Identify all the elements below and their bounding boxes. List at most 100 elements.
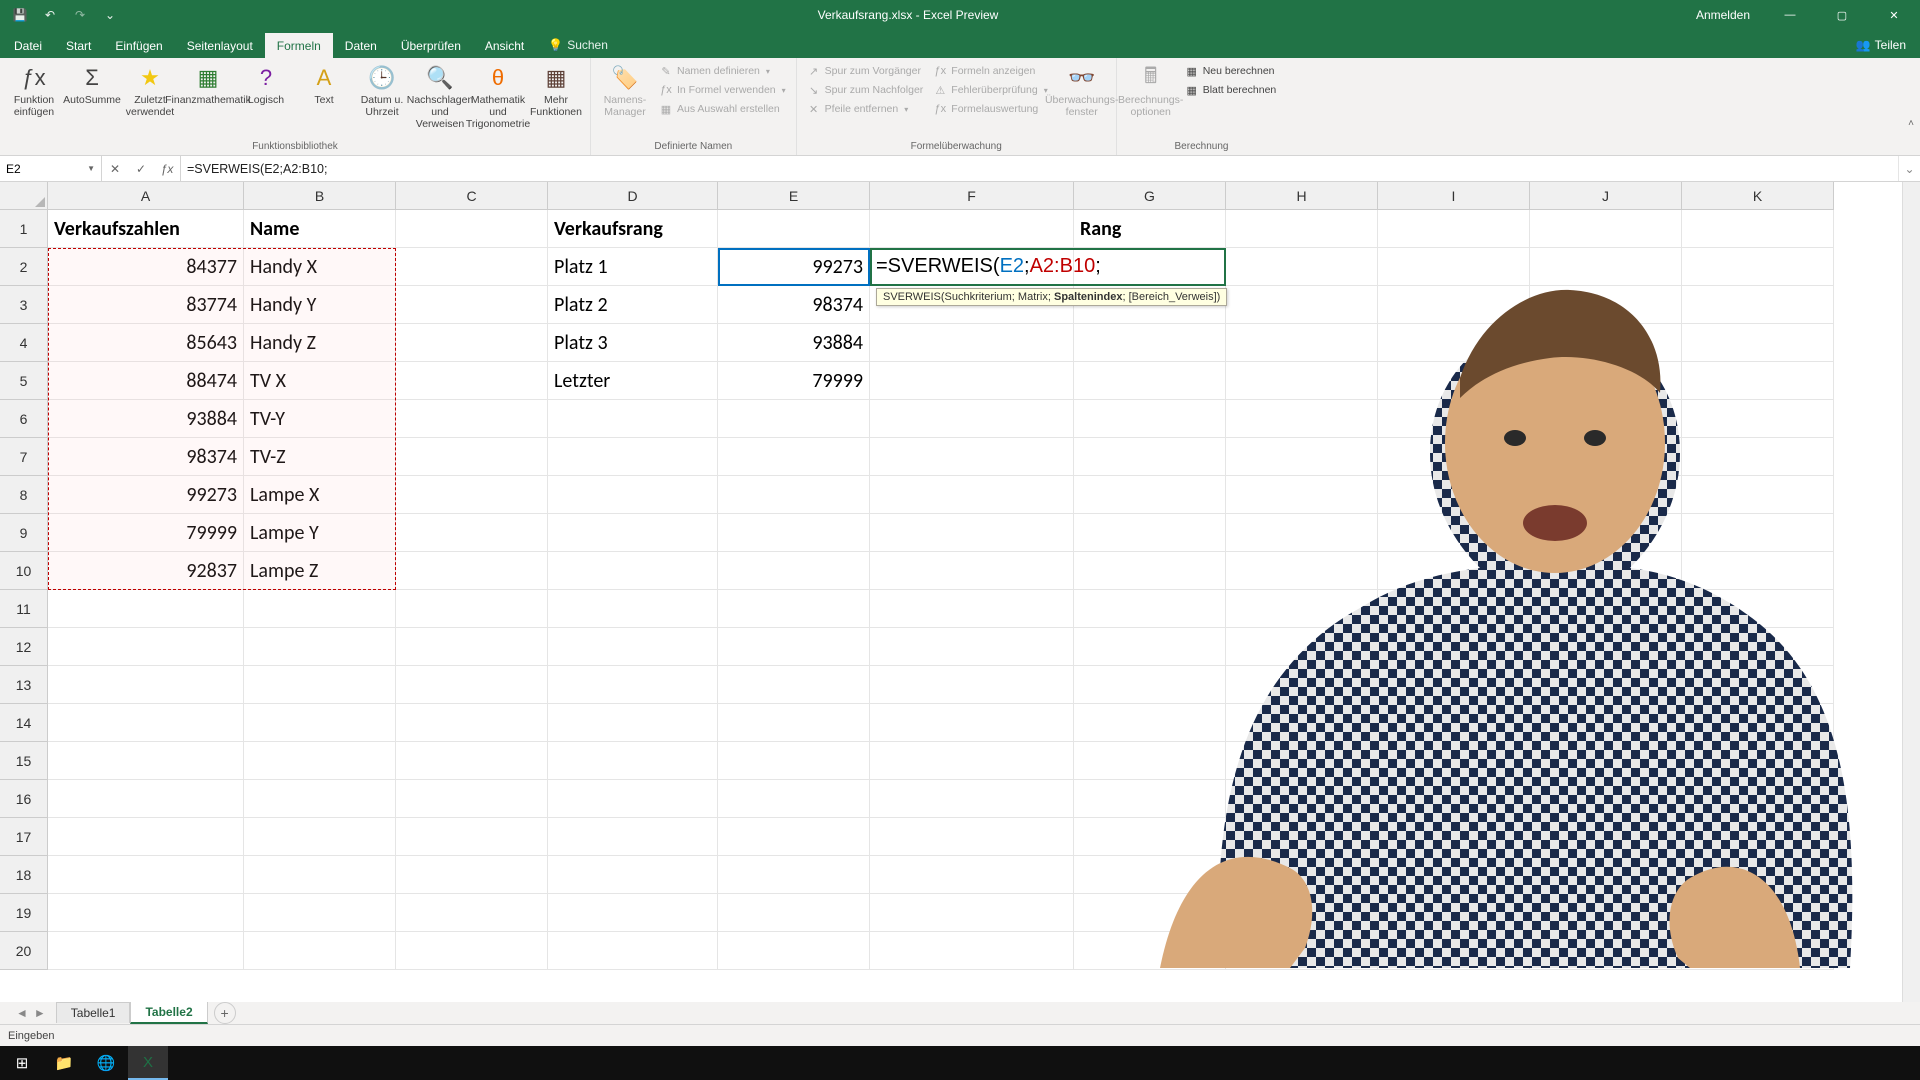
cell-A17[interactable]: [48, 818, 244, 856]
column-header-B[interactable]: B: [244, 182, 396, 210]
cell-K15[interactable]: [1682, 742, 1834, 780]
cell-C10[interactable]: [396, 552, 548, 590]
tab-insert[interactable]: Einfügen: [103, 33, 174, 58]
cell-E10[interactable]: [718, 552, 870, 590]
cell-J17[interactable]: [1530, 818, 1682, 856]
cell-G16[interactable]: [1074, 780, 1226, 818]
cell-K2[interactable]: [1682, 248, 1834, 286]
cell-B12[interactable]: [244, 628, 396, 666]
cell-C8[interactable]: [396, 476, 548, 514]
cell-K6[interactable]: [1682, 400, 1834, 438]
cell-A3[interactable]: 83774: [48, 286, 244, 324]
cell-F12[interactable]: [870, 628, 1074, 666]
cell-D18[interactable]: [548, 856, 718, 894]
cell-D12[interactable]: [548, 628, 718, 666]
cell-E5[interactable]: 79999: [718, 362, 870, 400]
row-header-8[interactable]: 8: [0, 476, 48, 514]
cell-C7[interactable]: [396, 438, 548, 476]
cell-H3[interactable]: [1226, 286, 1378, 324]
add-sheet-button[interactable]: +: [214, 1002, 236, 1024]
cell-B6[interactable]: TV-Y: [244, 400, 396, 438]
lookup-button[interactable]: 🔍Nachschlagen und Verweisen: [412, 60, 468, 130]
cell-F9[interactable]: [870, 514, 1074, 552]
cell-D13[interactable]: [548, 666, 718, 704]
cell-C9[interactable]: [396, 514, 548, 552]
cell-E9[interactable]: [718, 514, 870, 552]
cell-J6[interactable]: [1530, 400, 1682, 438]
cell-F10[interactable]: [870, 552, 1074, 590]
cell-B18[interactable]: [244, 856, 396, 894]
more-functions-button[interactable]: ▦Mehr Funktionen: [528, 60, 584, 118]
cell-I16[interactable]: [1378, 780, 1530, 818]
cell-A16[interactable]: [48, 780, 244, 818]
cell-G2[interactable]: [1074, 248, 1226, 286]
column-header-G[interactable]: G: [1074, 182, 1226, 210]
insert-function-button[interactable]: ƒxFunktion einfügen: [6, 60, 62, 118]
row-header-17[interactable]: 17: [0, 818, 48, 856]
column-header-J[interactable]: J: [1530, 182, 1682, 210]
column-header-C[interactable]: C: [396, 182, 548, 210]
cell-H14[interactable]: [1226, 704, 1378, 742]
row-header-1[interactable]: 1: [0, 210, 48, 248]
cell-H13[interactable]: [1226, 666, 1378, 704]
save-icon[interactable]: 💾: [8, 3, 32, 27]
vertical-scrollbar[interactable]: [1902, 182, 1920, 1002]
cell-A8[interactable]: 99273: [48, 476, 244, 514]
cell-G19[interactable]: [1074, 894, 1226, 932]
row-header-2[interactable]: 2: [0, 248, 48, 286]
cell-E16[interactable]: [718, 780, 870, 818]
sheet-nav[interactable]: ◄►: [6, 1006, 56, 1020]
cell-H4[interactable]: [1226, 324, 1378, 362]
cell-E12[interactable]: [718, 628, 870, 666]
cell-C15[interactable]: [396, 742, 548, 780]
cell-H12[interactable]: [1226, 628, 1378, 666]
cell-C20[interactable]: [396, 932, 548, 970]
cell-F7[interactable]: [870, 438, 1074, 476]
edge-icon[interactable]: 🌐: [86, 1046, 126, 1080]
undo-icon[interactable]: ↶: [38, 3, 62, 27]
cell-G5[interactable]: [1074, 362, 1226, 400]
excel-taskbar-icon[interactable]: X: [128, 1046, 168, 1080]
cell-F14[interactable]: [870, 704, 1074, 742]
name-box[interactable]: E2 ▼: [0, 156, 102, 181]
autosum-button[interactable]: ΣAutoSumme: [64, 60, 120, 106]
cell-H18[interactable]: [1226, 856, 1378, 894]
cell-E4[interactable]: 93884: [718, 324, 870, 362]
cell-C4[interactable]: [396, 324, 548, 362]
cell-J2[interactable]: [1530, 248, 1682, 286]
cell-E17[interactable]: [718, 818, 870, 856]
cell-F1[interactable]: [870, 210, 1074, 248]
cell-J8[interactable]: [1530, 476, 1682, 514]
cell-B5[interactable]: TV X: [244, 362, 396, 400]
cell-I18[interactable]: [1378, 856, 1530, 894]
cell-D16[interactable]: [548, 780, 718, 818]
cell-B3[interactable]: Handy Y: [244, 286, 396, 324]
account-button[interactable]: Anmelden: [1686, 8, 1760, 22]
row-header-7[interactable]: 7: [0, 438, 48, 476]
cell-C17[interactable]: [396, 818, 548, 856]
cell-A18[interactable]: [48, 856, 244, 894]
cell-A9[interactable]: 79999: [48, 514, 244, 552]
sheet-next-icon[interactable]: ►: [34, 1006, 46, 1020]
cell-D7[interactable]: [548, 438, 718, 476]
cell-E14[interactable]: [718, 704, 870, 742]
cell-A13[interactable]: [48, 666, 244, 704]
cell-J16[interactable]: [1530, 780, 1682, 818]
row-header-4[interactable]: 4: [0, 324, 48, 362]
cell-B17[interactable]: [244, 818, 396, 856]
cell-G18[interactable]: [1074, 856, 1226, 894]
cell-I2[interactable]: [1378, 248, 1530, 286]
cell-I15[interactable]: [1378, 742, 1530, 780]
cell-D14[interactable]: [548, 704, 718, 742]
cell-F13[interactable]: [870, 666, 1074, 704]
cell-J20[interactable]: [1530, 932, 1682, 970]
cell-B10[interactable]: Lampe Z: [244, 552, 396, 590]
minimize-button[interactable]: —: [1768, 0, 1812, 30]
cell-F20[interactable]: [870, 932, 1074, 970]
formula-input[interactable]: =SVERWEIS(E2;A2:B10;: [181, 156, 1898, 181]
cell-A1[interactable]: Verkaufszahlen: [48, 210, 244, 248]
cell-C6[interactable]: [396, 400, 548, 438]
cell-K1[interactable]: [1682, 210, 1834, 248]
sheet-tab-2[interactable]: Tabelle2: [130, 1001, 207, 1024]
cell-G13[interactable]: [1074, 666, 1226, 704]
